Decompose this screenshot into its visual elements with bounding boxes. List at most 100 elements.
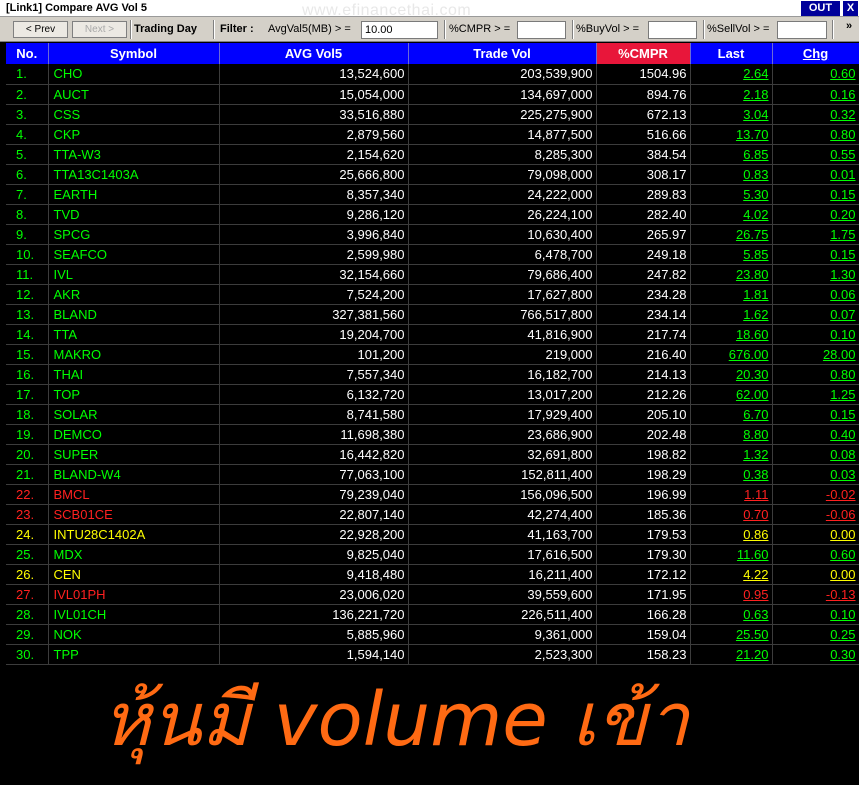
row-chg-link-text[interactable]: 0.20 <box>830 207 855 222</box>
row-chg-link[interactable]: 0.15 <box>772 404 859 425</box>
row-last-link-text[interactable]: 4.22 <box>743 567 768 582</box>
row-last-link[interactable]: 2.18 <box>690 84 773 105</box>
row-last-link[interactable]: 62.00 <box>690 384 773 405</box>
row-last-link[interactable]: 21.20 <box>690 644 773 665</box>
row-last-link-text[interactable]: 0.70 <box>743 507 768 522</box>
row-last-link-text[interactable]: 23.80 <box>736 267 769 282</box>
row-chg-link-text[interactable]: 0.25 <box>830 627 855 642</box>
table-row[interactable]: 2. AUCT 15,054,000 134,697,000 894.76 2.18 0.1… <box>6 84 859 105</box>
row-chg-link[interactable]: 1.75 <box>772 224 859 245</box>
row-chg-link-text[interactable]: 0.00 <box>830 567 855 582</box>
row-last-link[interactable]: 1.62 <box>690 304 773 325</box>
table-row[interactable]: 21. BLAND-W4 77,063,100 152,811,400 198.29 0.… <box>6 464 859 485</box>
row-chg-link[interactable]: 0.10 <box>772 324 859 345</box>
row-chg-link[interactable]: 0.06 <box>772 284 859 305</box>
row-last-link[interactable]: 20.30 <box>690 364 773 385</box>
row-chg-link-text[interactable]: -0.13 <box>826 587 856 602</box>
row-chg-link[interactable]: 0.32 <box>772 104 859 125</box>
row-chg-link-text[interactable]: 0.60 <box>830 66 855 81</box>
row-chg-link-text[interactable]: 0.16 <box>830 87 855 102</box>
row-chg-link-text[interactable]: 1.25 <box>830 387 855 402</box>
row-last-link-text[interactable]: 6.85 <box>743 147 768 162</box>
table-row[interactable]: 15. MAKRO 101,200 219,000 216.40 676.00 28.00 <box>6 344 859 365</box>
row-last-link-text[interactable]: 5.85 <box>743 247 768 262</box>
row-chg-link-text[interactable]: 0.10 <box>830 327 855 342</box>
row-chg-link[interactable]: 0.40 <box>772 424 859 445</box>
row-last-link[interactable]: 0.83 <box>690 164 773 185</box>
buyvol-filter-input[interactable] <box>648 21 697 39</box>
row-last-link[interactable]: 23.80 <box>690 264 773 285</box>
row-last-link-text[interactable]: 5.30 <box>743 187 768 202</box>
row-last-link[interactable]: 1.81 <box>690 284 773 305</box>
table-row[interactable]: 28. IVL01CH 136,221,720 226,511,400 166.28 0.… <box>6 604 859 625</box>
row-last-link[interactable]: 4.02 <box>690 204 773 225</box>
row-last-link-text[interactable]: 4.02 <box>743 207 768 222</box>
row-chg-link[interactable]: 0.03 <box>772 464 859 485</box>
row-chg-link-text[interactable]: 28.00 <box>823 347 856 362</box>
row-last-link-text[interactable]: 8.80 <box>743 427 768 442</box>
col-header-chg[interactable]: Chg <box>772 43 859 64</box>
row-chg-link[interactable]: 0.25 <box>772 624 859 645</box>
row-chg-link-text[interactable]: 0.15 <box>830 187 855 202</box>
row-last-link-text[interactable]: 1.11 <box>744 487 768 502</box>
row-chg-link-text[interactable]: 0.06 <box>830 287 855 302</box>
row-last-link-text[interactable]: 2.64 <box>743 66 768 81</box>
row-last-link[interactable]: 0.86 <box>690 524 773 545</box>
row-chg-link[interactable]: 0.15 <box>772 244 859 265</box>
row-last-link[interactable]: 26.75 <box>690 224 773 245</box>
out-button[interactable]: OUT <box>801 1 840 16</box>
table-row[interactable]: 13. BLAND 327,381,560 766,517,800 234.14 1.62… <box>6 304 859 325</box>
row-chg-link[interactable]: 28.00 <box>772 344 859 365</box>
row-last-link-text[interactable]: 0.63 <box>743 607 768 622</box>
table-row[interactable]: 14. TTA 19,204,700 41,816,900 217.74 18.60 0.1… <box>6 324 859 345</box>
sellvol-filter-input[interactable] <box>777 21 827 39</box>
row-chg-link[interactable]: -0.13 <box>772 584 859 605</box>
row-chg-link-text[interactable]: 0.30 <box>830 647 855 662</box>
row-last-link[interactable]: 2.64 <box>690 64 773 85</box>
row-chg-link-text[interactable]: 0.08 <box>830 447 855 462</box>
table-row[interactable]: 22. BMCL 79,239,040 156,096,500 196.99 1.11 -0… <box>6 484 859 505</box>
row-chg-link-text[interactable]: 0.01 <box>830 167 855 182</box>
row-chg-link[interactable]: 0.80 <box>772 364 859 385</box>
row-last-link-text[interactable]: 21.20 <box>736 647 769 662</box>
row-chg-link[interactable]: 0.08 <box>772 444 859 465</box>
table-row[interactable]: 18. SOLAR 8,741,580 17,929,400 205.10 6.70 0.1… <box>6 404 859 425</box>
row-last-link-text[interactable]: 0.83 <box>743 167 768 182</box>
table-row[interactable]: 26. CEN 9,418,480 16,211,400 172.12 4.22 0.00 <box>6 564 859 585</box>
row-chg-link[interactable]: 0.01 <box>772 164 859 185</box>
table-row[interactable]: 27. IVL01PH 23,006,020 39,559,600 171.95 0.95… <box>6 584 859 605</box>
row-last-link[interactable]: 5.85 <box>690 244 773 265</box>
col-header-cmpr[interactable]: %CMPR <box>596 43 691 64</box>
row-chg-link[interactable]: 0.10 <box>772 604 859 625</box>
row-last-link-text[interactable]: 62.00 <box>736 387 769 402</box>
row-last-link-text[interactable]: 0.95 <box>743 587 768 602</box>
table-row[interactable]: 6. TTA13C1403A 25,666,800 79,098,000 308.17 0… <box>6 164 859 185</box>
row-last-link[interactable]: 1.11 <box>690 484 773 505</box>
table-row[interactable]: 11. IVL 32,154,660 79,686,400 247.82 23.80 1.3… <box>6 264 859 285</box>
cmpr-filter-input[interactable] <box>517 21 566 39</box>
col-header-symbol[interactable]: Symbol <box>48 43 220 64</box>
row-chg-link[interactable]: -0.06 <box>772 504 859 525</box>
table-row[interactable]: 5. TTA-W3 2,154,620 8,285,300 384.54 6.85 0.55 <box>6 144 859 165</box>
table-row[interactable]: 8. TVD 9,286,120 26,224,100 282.40 4.02 0.20 <box>6 204 859 225</box>
table-row[interactable]: 24. INTU28C1402A 22,928,200 41,163,700 179.5… <box>6 524 859 545</box>
row-last-link-text[interactable]: 25.50 <box>736 627 769 642</box>
row-chg-link-text[interactable]: 0.80 <box>830 367 855 382</box>
row-last-link[interactable]: 3.04 <box>690 104 773 125</box>
row-last-link-text[interactable]: 3.04 <box>743 107 768 122</box>
close-button[interactable]: X <box>843 1 858 16</box>
col-header-last[interactable]: Last <box>690 43 773 64</box>
row-chg-link[interactable]: 0.20 <box>772 204 859 225</box>
row-chg-link-text[interactable]: 0.10 <box>830 607 855 622</box>
row-last-link-text[interactable]: 0.38 <box>743 467 768 482</box>
row-chg-link[interactable]: 0.60 <box>772 64 859 85</box>
row-last-link-text[interactable]: 26.75 <box>736 227 769 242</box>
row-chg-link-text[interactable]: 0.40 <box>830 427 855 442</box>
row-last-link-text[interactable]: 1.81 <box>743 287 768 302</box>
row-last-link-text[interactable]: 0.86 <box>743 527 768 542</box>
row-last-link-text[interactable]: 18.60 <box>736 327 769 342</box>
row-last-link[interactable]: 6.70 <box>690 404 773 425</box>
row-chg-link[interactable]: 0.55 <box>772 144 859 165</box>
row-chg-link-text[interactable]: 0.60 <box>830 547 855 562</box>
row-chg-link-text[interactable]: 1.75 <box>830 227 855 242</box>
